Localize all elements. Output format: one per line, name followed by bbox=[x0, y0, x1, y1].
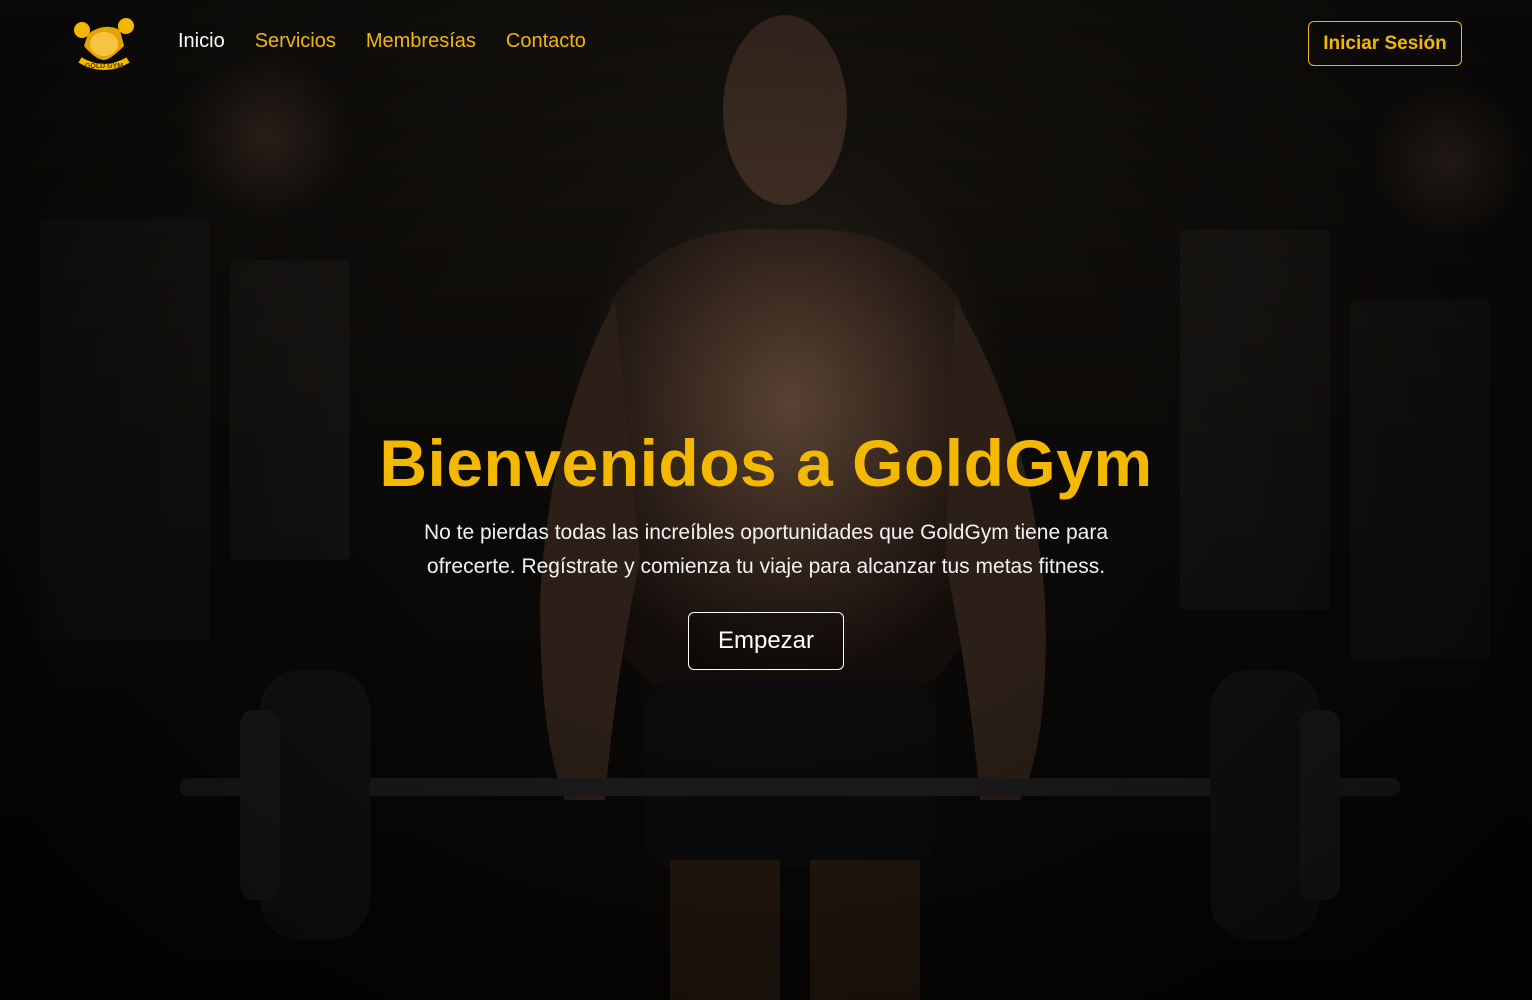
navbar: GOLD GYM Inicio Servicios Membresías Con… bbox=[0, 0, 1532, 90]
bodybuilder-logo-icon[interactable]: GOLD GYM bbox=[70, 16, 138, 74]
login-button[interactable]: Iniciar Sesión bbox=[1308, 21, 1462, 66]
svg-text:GOLD GYM: GOLD GYM bbox=[85, 63, 123, 70]
hero-section: GOLD GYM Inicio Servicios Membresías Con… bbox=[0, 0, 1532, 1000]
background-equipment bbox=[1180, 230, 1330, 610]
start-button[interactable]: Empezar bbox=[688, 612, 844, 670]
nav-item-inicio[interactable]: Inicio bbox=[178, 30, 225, 53]
nav-item-contacto[interactable]: Contacto bbox=[506, 30, 586, 53]
barbell-image bbox=[180, 670, 1400, 940]
background-equipment bbox=[230, 260, 350, 560]
hero-title: Bienvenidos a GoldGym bbox=[379, 426, 1153, 500]
nav-links: Inicio Servicios Membresías Contacto bbox=[178, 30, 586, 53]
nav-item-membresias[interactable]: Membresías bbox=[366, 30, 476, 53]
nav-item-servicios[interactable]: Servicios bbox=[255, 30, 336, 53]
hero-subtitle: No te pierdas todas las increíbles oport… bbox=[423, 521, 1109, 578]
